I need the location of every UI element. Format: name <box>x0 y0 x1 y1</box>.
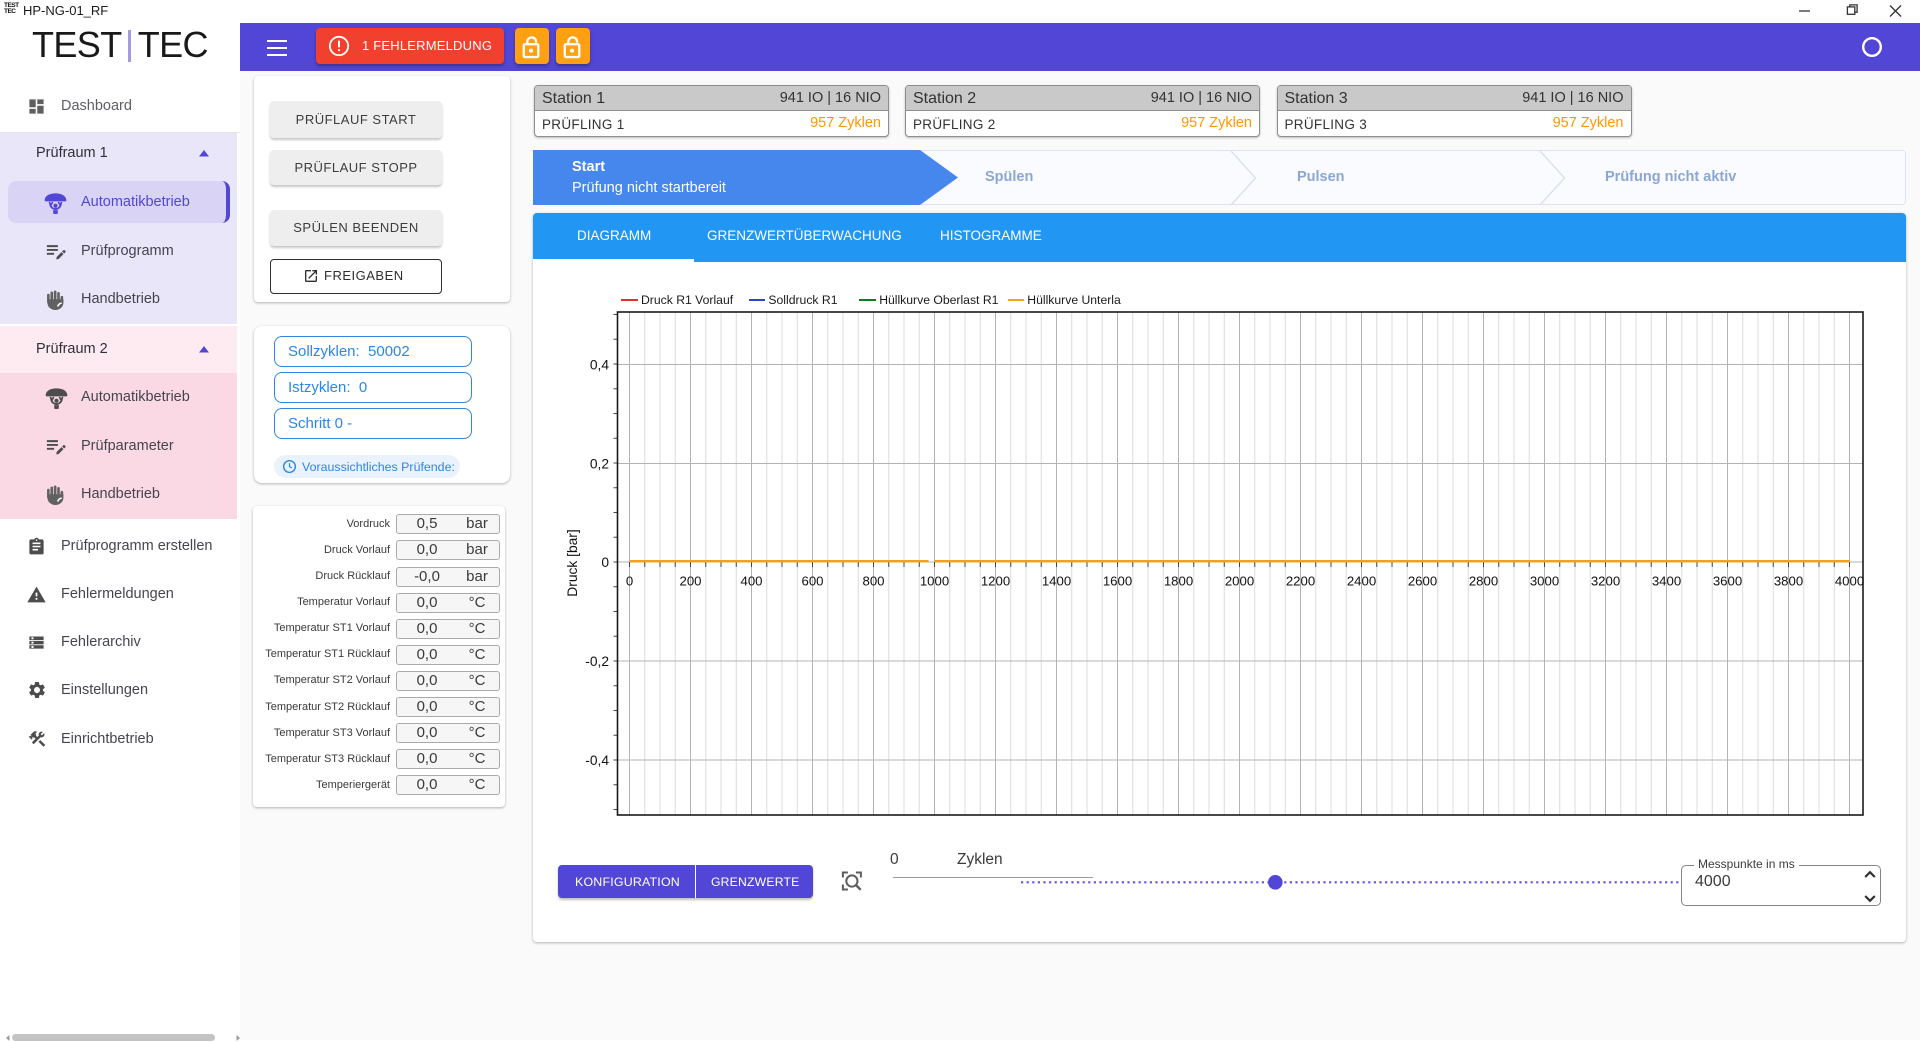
svg-text:-0,4: -0,4 <box>585 753 609 768</box>
svg-text:1400: 1400 <box>1042 574 1071 589</box>
svg-text:3400: 3400 <box>1652 574 1681 589</box>
svg-text:2800: 2800 <box>1469 574 1498 589</box>
svg-text:1600: 1600 <box>1103 574 1132 589</box>
svg-text:0: 0 <box>626 574 633 589</box>
svg-text:600: 600 <box>801 574 823 589</box>
svg-text:200: 200 <box>679 574 701 589</box>
svg-text:800: 800 <box>862 574 884 589</box>
svg-text:0,2: 0,2 <box>590 456 609 471</box>
svg-text:2200: 2200 <box>1286 574 1315 589</box>
svg-text:3200: 3200 <box>1591 574 1620 589</box>
svg-text:2000: 2000 <box>1225 574 1254 589</box>
svg-text:0,4: 0,4 <box>590 357 610 372</box>
svg-text:1200: 1200 <box>981 574 1010 589</box>
svg-text:1000: 1000 <box>920 574 949 589</box>
svg-text:-0,2: -0,2 <box>585 654 609 669</box>
svg-text:2600: 2600 <box>1408 574 1437 589</box>
svg-text:3800: 3800 <box>1774 574 1803 589</box>
svg-text:4000: 4000 <box>1835 574 1864 589</box>
svg-text:3600: 3600 <box>1713 574 1742 589</box>
svg-text:0: 0 <box>601 555 609 570</box>
svg-text:1800: 1800 <box>1164 574 1193 589</box>
svg-text:Druck [bar]: Druck [bar] <box>565 529 580 596</box>
svg-text:3000: 3000 <box>1530 574 1559 589</box>
svg-text:2400: 2400 <box>1347 574 1376 589</box>
svg-text:400: 400 <box>740 574 762 589</box>
